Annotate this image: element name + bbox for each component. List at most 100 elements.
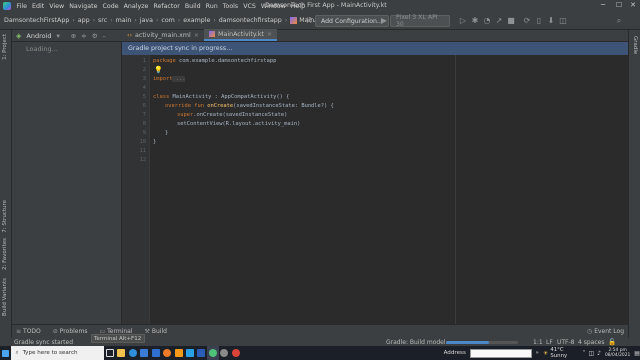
line-separator[interactable]: LF (546, 339, 553, 346)
code-editor[interactable]: package com.example.damsontechfirstapp 💡… (151, 55, 628, 324)
project-panel[interactable]: Loading... (12, 42, 122, 324)
lightbulb-icon[interactable]: 💡 (154, 66, 163, 74)
hide-panel-icon[interactable]: – (103, 32, 106, 40)
file-encoding[interactable]: UTF-8 (557, 339, 575, 346)
lock-icon[interactable]: 🔓 (608, 338, 616, 346)
debug-icon[interactable]: ✱ (470, 16, 480, 26)
gear-icon[interactable]: ⚙ (92, 32, 98, 40)
clock[interactable]: 2:54 pm 08/04/2021 (605, 348, 630, 358)
layout-inspector-icon[interactable]: ◫ (558, 16, 568, 26)
close-icon[interactable]: ✕ (626, 1, 640, 9)
tab-activity-main-xml[interactable]: ‹› activity_main.xml × (122, 29, 204, 41)
minimize-icon[interactable]: ─ (596, 1, 610, 9)
word-icon[interactable] (196, 346, 207, 360)
taskbar-search[interactable]: ⌕ Type here to search (11, 346, 104, 360)
stop-icon[interactable]: ■ (506, 16, 516, 26)
task-view-icon[interactable] (104, 346, 115, 360)
store-icon[interactable] (138, 346, 149, 360)
collapse-all-icon[interactable]: ≑ (81, 32, 86, 40)
breadcrumb-package[interactable]: damsontechfirstapp (219, 17, 282, 24)
chevron-down-icon[interactable]: ▾ (57, 32, 60, 40)
chevron-right-icon[interactable]: » (535, 350, 538, 356)
gradle-tool-tab[interactable]: Gradle (632, 36, 638, 54)
tray-chevron-up-icon[interactable]: ˄ (582, 350, 585, 357)
firefox-icon[interactable] (161, 346, 172, 360)
weather-text[interactable]: 41°C Sunny (550, 347, 576, 359)
problems-tool-tab[interactable]: ⊘ Problems (53, 328, 88, 335)
line-number-gutter: 1 2 3 4 5 6 7 8 9 10 11 12 (122, 55, 150, 324)
code-line-3: import ... (153, 76, 186, 82)
favorites-tool-tab[interactable]: 2: Favorites (2, 238, 8, 270)
hammer-icon[interactable]: ⚒ (304, 16, 314, 26)
menu-run[interactable]: Run (203, 3, 220, 10)
run-app-icon[interactable]: ▷ (458, 16, 468, 26)
background-process-label[interactable]: Gradle: Build model... (386, 339, 451, 346)
edge-browser-icon[interactable] (127, 346, 138, 360)
right-tool-stripe: Gradle (628, 30, 640, 338)
sdk-manager-icon[interactable]: ⬇ (546, 16, 556, 26)
add-configuration-button[interactable]: Add Configuration... (315, 15, 389, 27)
vscode-icon[interactable] (184, 346, 195, 360)
menu-code[interactable]: Code (100, 3, 121, 10)
code-text: (savedInstanceState: Bundle?) { (233, 103, 334, 109)
network-icon[interactable]: ◫ (588, 350, 594, 357)
profile-icon[interactable]: ◔ (482, 16, 492, 26)
file-explorer-icon[interactable] (115, 346, 126, 360)
breadcrumb-project[interactable]: DamsontechFirstApp (4, 17, 69, 24)
kotlin-file-icon (290, 17, 298, 24)
breadcrumb-src[interactable]: src (98, 17, 107, 24)
project-tool-tab[interactable]: 1: Project (2, 34, 8, 60)
folded-imports[interactable]: ... (172, 76, 186, 82)
terminal-tooltip: Terminal Alt+F12 (91, 334, 145, 343)
close-icon[interactable]: × (267, 31, 272, 38)
notifications-icon[interactable]: ▤ (634, 350, 640, 357)
menu-navigate[interactable]: Navigate (67, 3, 100, 10)
volume-icon[interactable]: ♪ (597, 350, 601, 357)
menu-file[interactable]: File (14, 3, 30, 10)
search-everywhere-icon[interactable]: ⌕ (614, 16, 624, 26)
mail-icon[interactable] (150, 346, 161, 360)
structure-tool-tab[interactable]: 7: Structure (2, 200, 8, 233)
media-player-icon[interactable] (219, 346, 230, 360)
address-bar-input[interactable] (469, 348, 533, 358)
breadcrumb-com[interactable]: com (161, 17, 174, 24)
windows-start-icon[interactable] (0, 346, 11, 360)
android-studio-taskbar-icon[interactable] (207, 346, 219, 360)
locate-icon[interactable]: ⊕ (71, 32, 76, 40)
xml-file-icon: ‹› (127, 31, 133, 39)
build-variants-tool-tab[interactable]: Build Variants (2, 278, 8, 316)
sync-gradle-icon[interactable]: ⟳ (522, 16, 532, 26)
close-icon[interactable]: × (194, 32, 199, 39)
caret-position[interactable]: 1:1 (533, 339, 543, 346)
run-icon[interactable]: ▶ (379, 16, 389, 26)
device-selector[interactable]: Pixel 3 XL API 30 (390, 14, 450, 28)
menu-vcs[interactable]: VCS (241, 3, 259, 10)
line-number: 8 (142, 121, 146, 127)
todo-tool-tab[interactable]: ≡ TODO (16, 328, 41, 335)
menu-refactor[interactable]: Refactor (151, 3, 182, 10)
tab-mainactivity-kt[interactable]: MainActivity.kt × (204, 29, 278, 41)
menu-analyze[interactable]: Analyze (121, 3, 151, 10)
build-label: Build (151, 328, 167, 335)
tab-label: MainActivity.kt (218, 30, 264, 38)
avd-manager-icon[interactable]: ▯ (534, 16, 544, 26)
indent-setting[interactable]: 4 spaces (578, 339, 604, 346)
chrome-icon[interactable] (230, 346, 241, 360)
menu-edit[interactable]: Edit (30, 3, 47, 10)
attach-debugger-icon[interactable]: ↗ (494, 16, 504, 26)
build-tool-tab[interactable]: ⚒ Build (144, 328, 166, 335)
project-view-selector[interactable]: Android (26, 32, 51, 40)
breadcrumb-app[interactable]: app (78, 17, 90, 24)
maximize-icon[interactable]: ☐ (612, 1, 626, 9)
menu-bar: File Edit View Navigate Code Analyze Ref… (0, 0, 640, 12)
menu-view[interactable]: View (47, 3, 67, 10)
project-panel-header: ◈ Android ▾ ⊕ ≑ ⚙ – (12, 30, 122, 42)
menu-build[interactable]: Build (182, 3, 203, 10)
menu-tools[interactable]: Tools (220, 3, 241, 10)
breadcrumb-example[interactable]: example (183, 17, 210, 24)
breadcrumb-main[interactable]: main (116, 17, 132, 24)
left-tool-stripe: 1: Project 7: Structure 2: Favorites Bui… (0, 30, 12, 338)
vlc-icon[interactable] (173, 346, 184, 360)
event-log-tool-tab[interactable]: ◷ Event Log (587, 328, 624, 335)
breadcrumb-java[interactable]: java (140, 17, 153, 24)
